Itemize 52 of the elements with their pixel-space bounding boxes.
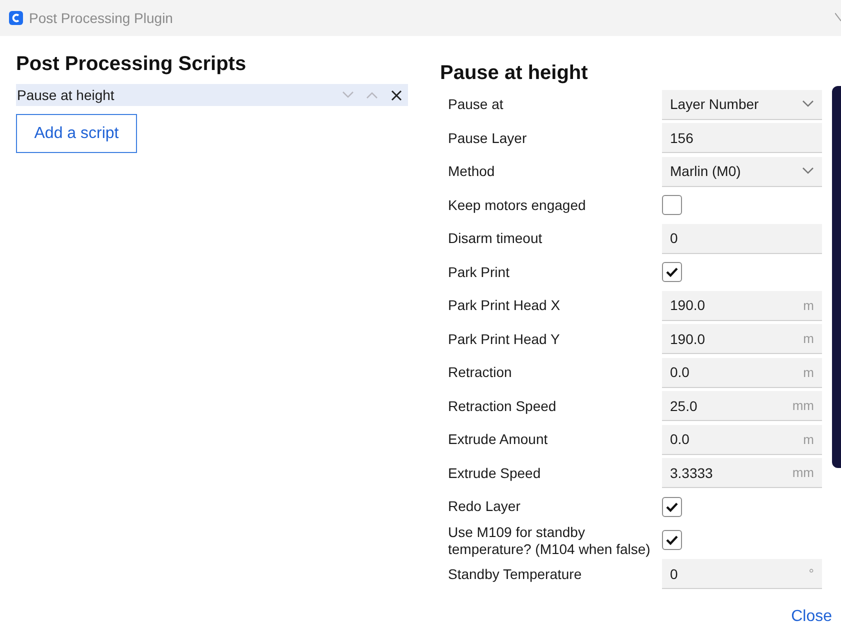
setting-label: Keep motors engaged [447,196,587,214]
setting-label: Use M109 for standby temperature? (M104 when false) [447,524,652,558]
script-list-item[interactable]: Pause at height [16,84,408,106]
unit-label: m [803,331,814,346]
setting-label: Park Print Head X [447,297,562,314]
input-field[interactable]: 0.0 m [662,358,822,388]
close-link[interactable]: Close [791,608,832,626]
add-script-button[interactable]: Add a script [16,114,137,153]
input-field[interactable]: 0 ° [662,559,822,590]
chevron-down-icon [802,167,814,176]
checkbox[interactable] [662,262,682,282]
input-field[interactable]: 25.0 mm [662,391,822,422]
check-icon [666,535,678,546]
checkbox[interactable] [662,496,682,517]
setting-label: Retraction Speed [447,398,558,415]
setting-label: Pause at [447,96,504,114]
setting-label: Method [447,163,496,180]
setting-label: Extrude Amount [447,431,549,448]
chevron-down-icon [802,100,814,108]
setting-label: Standby Temperature [447,566,583,583]
setting-label: Park Print Head Y [447,330,561,348]
unit-label: ° [808,566,814,582]
input-field[interactable]: 0.0 m [662,424,822,455]
panel-heading: Pause at height [440,62,589,85]
check-icon [666,267,678,278]
checkbox[interactable] [662,195,682,216]
setting-label: Redo Layer [447,498,522,516]
dropdown[interactable]: Marlin (M0) [662,156,822,187]
setting-label: Disarm timeout [447,230,544,248]
input-field[interactable]: 190.0 m [662,324,822,354]
dropdown[interactable]: Layer Number [662,90,822,120]
window-title: Post Processing Plugin [29,10,174,26]
input-field[interactable]: 190.0 m [662,290,822,321]
setting-label: Extrude Speed [447,464,542,482]
setting-label: Park Print [447,264,510,281]
chevron-up-icon [366,91,378,99]
app-logo-icon [9,11,23,25]
script-name: Pause at height [17,87,116,103]
setting-label: Retraction [447,364,513,382]
input-field[interactable]: 156 [662,123,822,154]
chevron-down-icon [342,91,354,99]
unit-label: m [803,432,814,447]
panel-heading: Post Processing Scripts [16,53,248,76]
unit-label: mm [792,465,814,480]
setting-label: Pause Layer [447,130,528,147]
unit-label: m [803,298,814,313]
input-field[interactable]: 0 [662,224,822,254]
input-field[interactable]: 3.3333 mm [662,458,822,488]
unit-label: mm [792,398,814,414]
unit-label: m [803,364,814,380]
checkbox[interactable] [662,530,682,550]
check-icon [666,502,678,512]
